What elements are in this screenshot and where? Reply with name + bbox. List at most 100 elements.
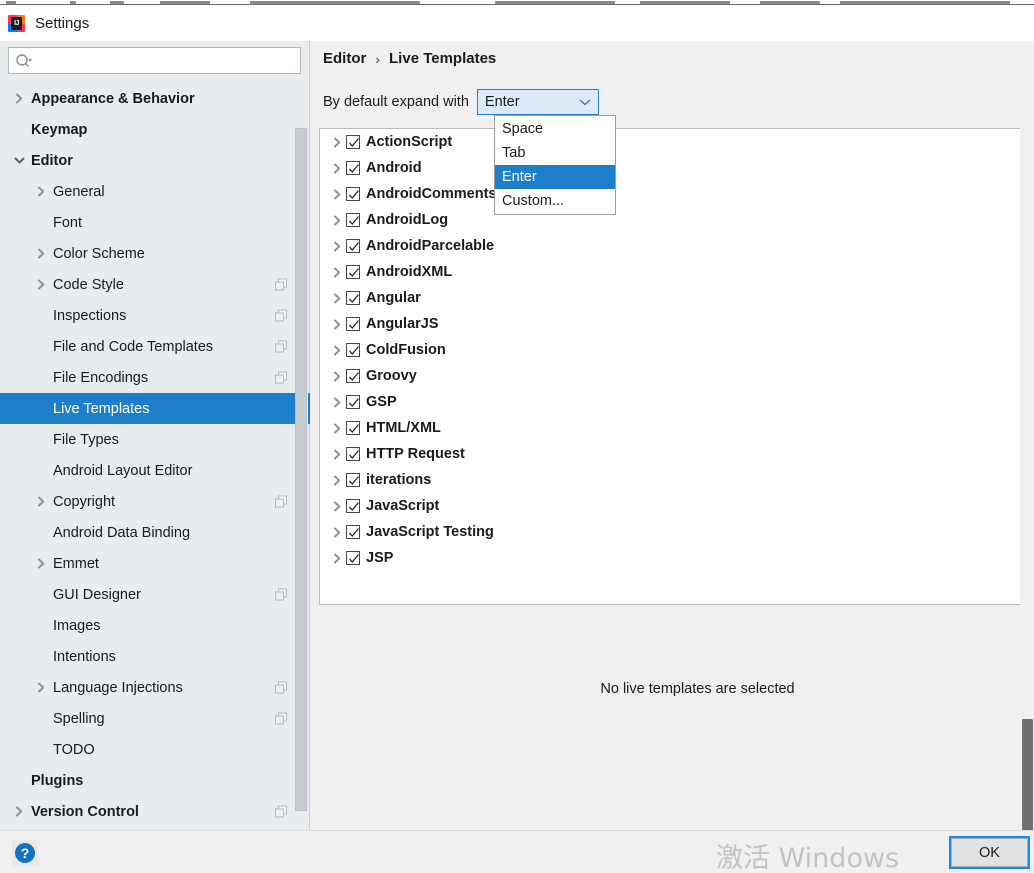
expand-with-combobox[interactable]: Enter bbox=[476, 89, 599, 115]
chevron-right-icon[interactable] bbox=[34, 557, 48, 571]
template-group-label: Groovy bbox=[366, 368, 417, 384]
chevron-right-icon[interactable] bbox=[34, 495, 48, 509]
template-group-checkbox[interactable] bbox=[346, 499, 360, 513]
chevron-right-icon[interactable] bbox=[328, 241, 346, 252]
template-group-checkbox[interactable] bbox=[346, 473, 360, 487]
template-group-row-angularjs[interactable]: AngularJS bbox=[320, 311, 1025, 337]
template-group-row-jsp[interactable]: JSP bbox=[320, 545, 1025, 571]
template-group-row-coldfusion[interactable]: ColdFusion bbox=[320, 337, 1025, 363]
chevron-right-icon[interactable] bbox=[328, 319, 346, 330]
chevron-right-icon[interactable] bbox=[328, 293, 346, 304]
dropdown-option-custom[interactable]: Custom... bbox=[495, 189, 615, 213]
chevron-right-icon[interactable] bbox=[328, 345, 346, 356]
template-group-row-androidparcelable[interactable]: AndroidParcelable bbox=[320, 233, 1025, 259]
ok-button[interactable]: OK bbox=[949, 836, 1030, 869]
sidebar-item-android-data-binding[interactable]: Android Data Binding bbox=[0, 517, 310, 548]
chevron-right-icon[interactable] bbox=[34, 247, 48, 261]
sidebar-item-spelling[interactable]: Spelling bbox=[0, 703, 310, 734]
template-group-row-gsp[interactable]: GSP bbox=[320, 389, 1025, 415]
sidebar-item-version-control[interactable]: Version Control bbox=[0, 796, 310, 827]
chevron-right-icon[interactable] bbox=[328, 501, 346, 512]
template-group-checkbox[interactable] bbox=[346, 317, 360, 331]
template-group-checkbox[interactable] bbox=[346, 291, 360, 305]
chevron-right-icon[interactable] bbox=[328, 371, 346, 382]
chevron-right-icon[interactable] bbox=[328, 189, 346, 200]
sidebar-scrollbar-track[interactable] bbox=[295, 84, 308, 830]
template-group-checkbox[interactable] bbox=[346, 395, 360, 409]
template-group-checkbox[interactable] bbox=[346, 161, 360, 175]
template-groups-list[interactable]: ActionScript Android AndroidComments Androi… bbox=[319, 128, 1026, 605]
template-group-checkbox[interactable] bbox=[346, 551, 360, 565]
chevron-right-icon[interactable] bbox=[328, 397, 346, 408]
sidebar-item-file-types[interactable]: File Types bbox=[0, 424, 310, 455]
chevron-right-icon[interactable] bbox=[12, 805, 26, 819]
template-group-row-javascript-testing[interactable]: JavaScript Testing bbox=[320, 519, 1025, 545]
template-group-checkbox[interactable] bbox=[346, 421, 360, 435]
template-group-checkbox[interactable] bbox=[346, 187, 360, 201]
sidebar-scrollbar-thumb[interactable] bbox=[295, 128, 307, 811]
chevron-right-icon[interactable] bbox=[328, 137, 346, 148]
sidebar-item-file-encodings[interactable]: File Encodings bbox=[0, 362, 310, 393]
template-group-row-androidcomments[interactable]: AndroidComments bbox=[320, 181, 1025, 207]
chevron-right-icon[interactable] bbox=[328, 163, 346, 174]
template-group-checkbox[interactable] bbox=[346, 213, 360, 227]
sidebar-item-font[interactable]: Font bbox=[0, 207, 310, 238]
sidebar-item-inspections[interactable]: Inspections bbox=[0, 300, 310, 331]
sidebar-item-live-templates[interactable]: Live Templates bbox=[0, 393, 310, 424]
template-group-row-androidxml[interactable]: AndroidXML bbox=[320, 259, 1025, 285]
sidebar-item-copyright[interactable]: Copyright bbox=[0, 486, 310, 517]
sidebar-item-appearance-behavior[interactable]: Appearance & Behavior bbox=[0, 83, 310, 114]
template-group-checkbox[interactable] bbox=[346, 239, 360, 253]
template-group-row-android[interactable]: Android bbox=[320, 155, 1025, 181]
dropdown-option-space[interactable]: Space bbox=[495, 117, 615, 141]
search-input[interactable] bbox=[33, 53, 288, 68]
template-group-row-angular[interactable]: Angular bbox=[320, 285, 1025, 311]
sidebar-item-intentions[interactable]: Intentions bbox=[0, 641, 310, 672]
template-group-checkbox[interactable] bbox=[346, 135, 360, 149]
dropdown-option-tab[interactable]: Tab bbox=[495, 141, 615, 165]
chevron-down-icon[interactable] bbox=[12, 154, 26, 168]
template-group-checkbox[interactable] bbox=[346, 343, 360, 357]
chevron-right-icon[interactable] bbox=[328, 423, 346, 434]
template-group-checkbox[interactable] bbox=[346, 447, 360, 461]
chevron-right-icon[interactable] bbox=[34, 278, 48, 292]
sidebar-item-emmet[interactable]: Emmet bbox=[0, 548, 310, 579]
template-group-checkbox[interactable] bbox=[346, 369, 360, 383]
chevron-right-icon[interactable] bbox=[34, 185, 48, 199]
template-group-checkbox[interactable] bbox=[346, 265, 360, 279]
chevron-right-icon[interactable] bbox=[328, 527, 346, 538]
chevron-right-icon[interactable] bbox=[328, 475, 346, 486]
template-group-row-actionscript[interactable]: ActionScript bbox=[320, 129, 1025, 155]
chevron-right-icon[interactable] bbox=[328, 267, 346, 278]
dialog-scrollbar-track[interactable] bbox=[1020, 41, 1034, 849]
sidebar-item-general[interactable]: General bbox=[0, 176, 310, 207]
sidebar-item-todo[interactable]: TODO bbox=[0, 734, 310, 765]
expand-with-dropdown-menu[interactable]: Space Tab Enter Custom... bbox=[494, 115, 616, 215]
chevron-right-icon[interactable] bbox=[328, 553, 346, 564]
help-button[interactable]: ? bbox=[12, 840, 38, 866]
sidebar-item-images[interactable]: Images bbox=[0, 610, 310, 641]
sidebar-item-keymap[interactable]: Keymap bbox=[0, 114, 310, 145]
sidebar-item-plugins[interactable]: Plugins bbox=[0, 765, 310, 796]
sidebar-item-file-and-code-templates[interactable]: File and Code Templates bbox=[0, 331, 310, 362]
sidebar-item-code-style[interactable]: Code Style bbox=[0, 269, 310, 300]
sidebar-item-color-scheme[interactable]: Color Scheme bbox=[0, 238, 310, 269]
chevron-right-icon[interactable] bbox=[34, 681, 48, 695]
sidebar-item-language-injections[interactable]: Language Injections bbox=[0, 672, 310, 703]
template-group-row-javascript[interactable]: JavaScript bbox=[320, 493, 1025, 519]
dropdown-option-enter[interactable]: Enter bbox=[495, 165, 615, 189]
chevron-right-icon[interactable] bbox=[328, 449, 346, 460]
sidebar-item-editor[interactable]: Editor bbox=[0, 145, 310, 176]
sidebar-item-gui-designer[interactable]: GUI Designer bbox=[0, 579, 310, 610]
template-group-row-androidlog[interactable]: AndroidLog bbox=[320, 207, 1025, 233]
chevron-right-icon[interactable] bbox=[12, 92, 26, 106]
search-box[interactable] bbox=[8, 47, 301, 74]
chevron-right-icon[interactable] bbox=[328, 215, 346, 226]
template-group-row-groovy[interactable]: Groovy bbox=[320, 363, 1025, 389]
template-group-row-http-request[interactable]: HTTP Request bbox=[320, 441, 1025, 467]
sidebar-item-android-layout-editor[interactable]: Android Layout Editor bbox=[0, 455, 310, 486]
template-group-checkbox[interactable] bbox=[346, 525, 360, 539]
template-group-row-iterations[interactable]: iterations bbox=[320, 467, 1025, 493]
template-group-row-html-xml[interactable]: HTML/XML bbox=[320, 415, 1025, 441]
breadcrumb-parent[interactable]: Editor bbox=[323, 50, 366, 67]
